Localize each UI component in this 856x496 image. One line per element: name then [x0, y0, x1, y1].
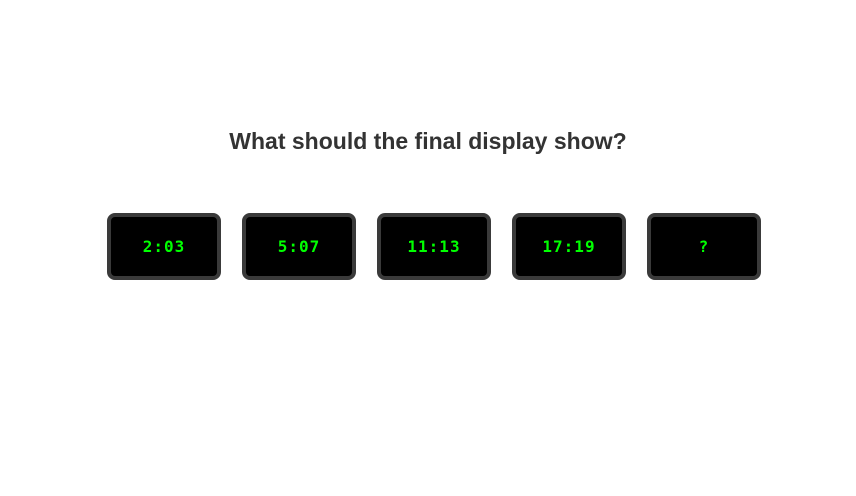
display-sequence: 2:03 5:07 11:13 17:19 ? [107, 213, 761, 280]
clock-display-2: 5:07 [242, 213, 356, 280]
clock-display-1: 2:03 [107, 213, 221, 280]
clock-display-text: 2:03 [142, 237, 186, 256]
clock-display-3: 11:13 [377, 213, 491, 280]
clock-display-4: 17:19 [512, 213, 626, 280]
clock-display-text: 17:19 [542, 237, 596, 256]
clock-display-text: 11:13 [407, 237, 461, 256]
answer-placeholder: ? [698, 237, 710, 256]
answer-display[interactable]: ? [647, 213, 761, 280]
clock-display-text: 5:07 [277, 237, 321, 256]
question-title: What should the final display show? [229, 128, 627, 154]
